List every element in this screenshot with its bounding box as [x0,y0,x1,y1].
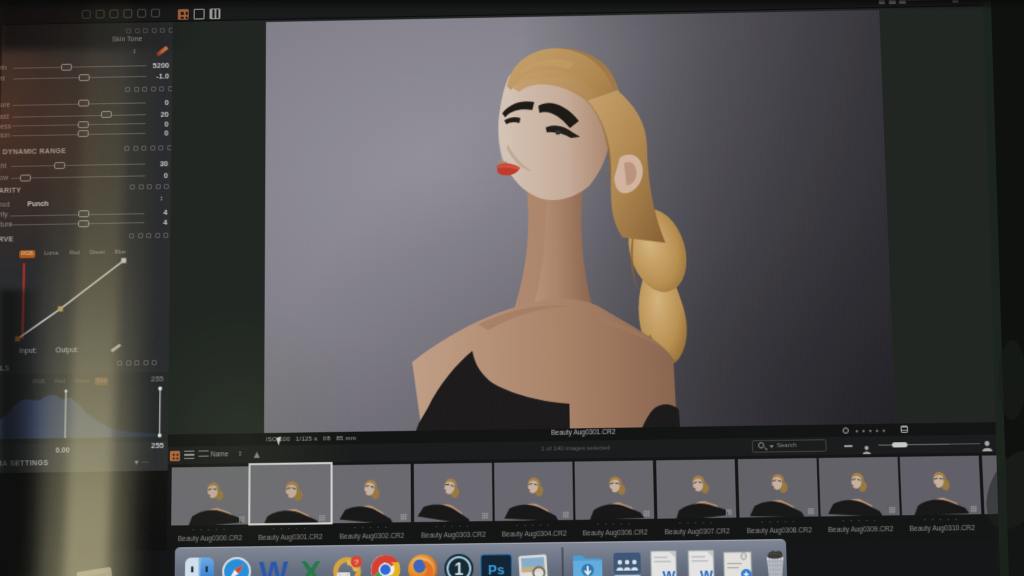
svg-text:W: W [700,568,713,576]
svg-text:Ps: Ps [488,563,505,576]
svg-text:?: ? [354,557,359,567]
svg-text:W: W [663,569,676,576]
svg-text:W: W [259,555,289,576]
svg-text:1: 1 [454,561,464,576]
svg-text:X: X [301,554,322,576]
